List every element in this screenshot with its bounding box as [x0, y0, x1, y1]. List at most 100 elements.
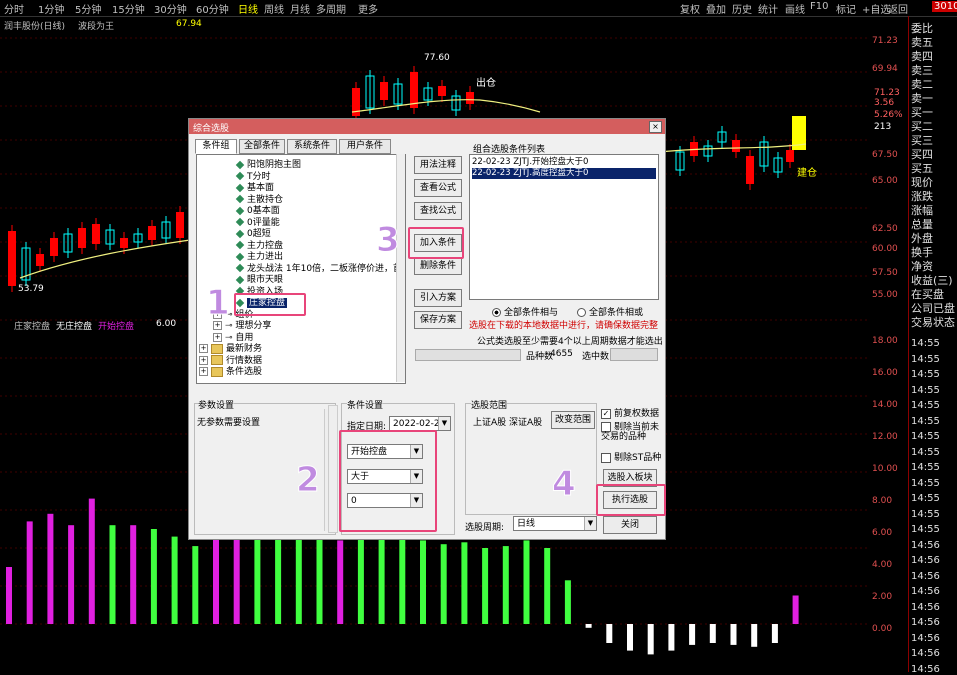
tick-time: 14:55: [911, 524, 940, 535]
indicator-axis-label: 18.00: [872, 336, 898, 346]
tree-item-label: 条件选股: [226, 367, 263, 377]
date-picker[interactable]: 2022-02-23 ▼: [389, 416, 451, 431]
action-button[interactable]: 用法注释: [414, 156, 462, 174]
formula-icon: [235, 171, 245, 181]
condition-list[interactable]: 22-02-23 ZJTJ.开始控盘大于0 22-02-23 ZJTJ.高度控盘…: [469, 154, 659, 300]
indicator-bar: [564, 580, 571, 624]
toolbar-button[interactable]: 复权: [680, 1, 700, 16]
check-icon: ✓: [601, 408, 611, 419]
condition-item[interactable]: 22-02-23 ZJTJ.开始控盘大于0: [472, 157, 656, 168]
action-button[interactable]: 查找公式: [414, 202, 462, 220]
chk-untraded[interactable]: 剔除当前未交易的品种: [601, 422, 661, 442]
toolbar-button[interactable]: +自选: [862, 1, 890, 16]
lower-value: 6.00: [156, 319, 177, 329]
chk3-label: 剔除ST品种: [614, 453, 662, 463]
folder-icon: [211, 366, 223, 377]
indicator-bar: [523, 540, 530, 624]
formula-icon: [235, 252, 245, 261]
price-axis-label: 57.50: [872, 268, 898, 278]
cond-scrollbar[interactable]: [328, 405, 338, 533]
toolbar-button[interactable]: 叠加: [706, 1, 726, 16]
indicator-bar: [440, 544, 447, 624]
action-button[interactable]: 删除条件: [414, 257, 462, 275]
indicator-bar: [482, 548, 489, 624]
dialog-title-bar[interactable]: 综合选股 ×: [189, 119, 665, 134]
tick-time: 14:56: [911, 601, 940, 613]
quote-axis-label: 71.23: [874, 88, 900, 98]
indicator-axis-label: 0.00: [872, 624, 893, 634]
indicator-bar: [171, 536, 178, 624]
chk-adjusted[interactable]: ✓ 前复权数据: [601, 406, 659, 419]
tab-3[interactable]: 用户条件: [339, 139, 391, 154]
formula-icon: [235, 160, 245, 169]
formula-tree[interactable]: 阳饱阴抱主图 T分时 基本面 主散持仓 0基本面 0评量能 0超短 主力控盘 主力进出 龙头战法 …: [196, 154, 406, 384]
indicator-axis-label: 8.00: [872, 496, 893, 506]
toolbar-button[interactable]: 历史: [732, 1, 752, 16]
period-tab[interactable]: 更多: [358, 1, 378, 16]
period-tab[interactable]: 月线: [290, 1, 310, 16]
high-price-label: 77.60: [424, 53, 450, 63]
indicator-bar: [130, 525, 137, 624]
period-tab[interactable]: 1分钟: [38, 1, 64, 16]
lower-label-1: 无庄控盘: [56, 322, 93, 332]
warning-text: 选股在下载的本地数据中进行，请确保数据完整: [469, 321, 659, 331]
tree-item[interactable]: + 条件选股: [199, 364, 262, 377]
close-button[interactable]: 关闭: [603, 516, 657, 534]
indicator-bar: [689, 624, 696, 645]
radio-or-icon: [577, 308, 586, 317]
indicator-bar: [709, 624, 716, 643]
formula-icon: [235, 217, 245, 227]
action-button[interactable]: 引入方案: [414, 289, 462, 307]
formula-icon: [235, 275, 245, 284]
toolbar-button[interactable]: 画线: [785, 1, 805, 16]
candle: [380, 82, 388, 100]
tick-time: 14:56: [911, 586, 940, 597]
period-tab[interactable]: 15分钟: [112, 1, 145, 16]
radio-or[interactable]: 全部条件相或: [577, 305, 643, 318]
indicator-bar: [730, 624, 737, 645]
condition-item[interactable]: 22-02-23 ZJTJ.高度控盘大于0: [472, 168, 656, 179]
tab-1[interactable]: 全部条件: [239, 139, 285, 154]
change-range-button[interactable]: 改变范围: [551, 411, 595, 429]
tick-time: 14:56: [911, 663, 940, 675]
price-axis-label: 69.94: [872, 64, 898, 74]
tick-time: 14:55: [911, 415, 940, 427]
tree-scrollbar[interactable]: [396, 154, 405, 382]
tab-0[interactable]: 条件组: [195, 139, 237, 154]
indicator-axis-label: 10.00: [872, 464, 898, 474]
price-axis-label: 67.50: [872, 150, 898, 160]
period-tab[interactable]: 多周期: [316, 1, 346, 16]
period-tab[interactable]: 日线: [238, 1, 258, 16]
tick-time: 14:56: [911, 648, 940, 659]
period-tab[interactable]: 分时: [4, 1, 24, 16]
toolbar-button[interactable]: 标记: [836, 1, 856, 16]
indicator-axis-label: 14.00: [872, 400, 898, 410]
price-axis-label: 55.00: [872, 290, 898, 300]
period-tab[interactable]: 30分钟: [154, 1, 187, 16]
period-tab[interactable]: 60分钟: [196, 1, 229, 16]
period-select[interactable]: 日线 ▼: [513, 516, 597, 531]
indicator-bar: [461, 542, 468, 624]
toolbar-button[interactable]: 统计: [758, 1, 778, 16]
stock-name: 润丰股份(日线): [4, 22, 66, 32]
tab-2[interactable]: 系统条件: [287, 139, 337, 154]
candle: [732, 140, 740, 152]
radio-and[interactable]: 全部条件相与: [492, 305, 558, 318]
indicator-bar: [254, 530, 261, 624]
period-tab[interactable]: 5分钟: [75, 1, 101, 16]
action-button[interactable]: 查看公式: [414, 179, 462, 197]
price-axis: 71.23 69.94 67.50 65.00 62.50 60.00 57.50 55.00…: [868, 16, 906, 318]
price-axis-label: 65.00: [872, 176, 898, 186]
price-axis-label: 62.50: [872, 224, 898, 234]
close-icon[interactable]: ×: [649, 121, 662, 133]
indicator-axis-label: 4.00: [872, 560, 893, 570]
action-button[interactable]: 保存方案: [414, 311, 462, 329]
toolbar-button[interactable]: 返回: [888, 1, 908, 16]
sell-signal-label: 出仓: [476, 78, 496, 89]
toolbar-button[interactable]: F10: [810, 1, 828, 12]
radio-or-label: 全部条件相或: [589, 308, 644, 318]
price-axis-label: 71.23: [872, 36, 898, 46]
formula-icon: [235, 240, 245, 250]
period-tab[interactable]: 周线: [264, 1, 284, 16]
chk-st[interactable]: 剔除ST品种: [601, 450, 661, 463]
